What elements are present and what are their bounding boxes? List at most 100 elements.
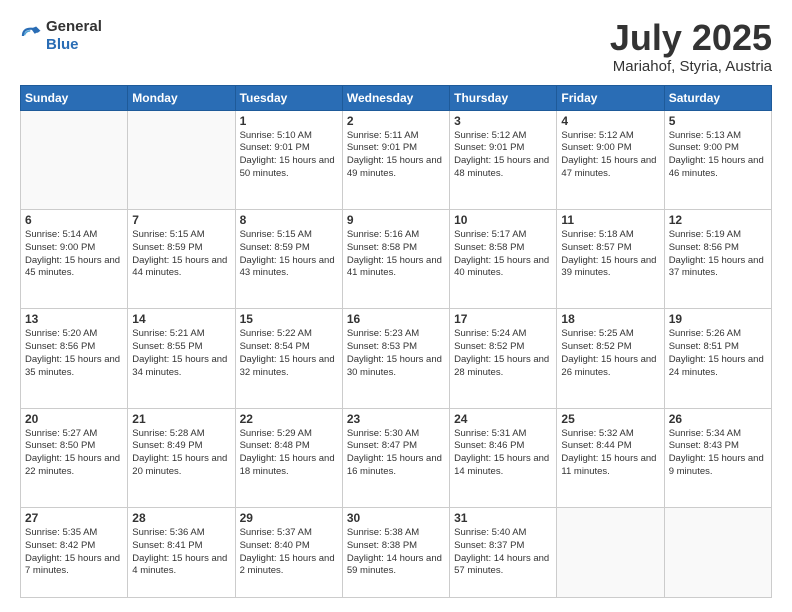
logo-blue: Blue bbox=[46, 36, 79, 53]
table-row: 18Sunrise: 5:25 AMSunset: 8:52 PMDayligh… bbox=[557, 309, 664, 408]
day-number: 5 bbox=[669, 114, 767, 128]
table-row: 26Sunrise: 5:34 AMSunset: 8:43 PMDayligh… bbox=[664, 408, 771, 507]
header-monday: Monday bbox=[128, 85, 235, 110]
table-row: 2 Sunrise: 5:11 AMSunset: 9:01 PMDaylight… bbox=[342, 110, 449, 209]
day-number: 16 bbox=[347, 312, 445, 326]
cell-details: Sunrise: 5:19 AMSunset: 8:56 PMDaylight:… bbox=[669, 229, 767, 280]
day-number: 24 bbox=[454, 412, 552, 426]
calendar: Sunday Monday Tuesday Wednesday Thursday… bbox=[20, 85, 772, 598]
day-number: 20 bbox=[25, 412, 123, 426]
day-number: 2 bbox=[347, 114, 445, 128]
table-row: 15 Sunrise: 5:22 AMSunset: 8:54 PMDayligh… bbox=[235, 309, 342, 408]
month-title: July 2025 bbox=[610, 18, 772, 58]
day-number: 11 bbox=[561, 213, 659, 227]
table-row: 16 Sunrise: 5:23 AMSunset: 8:53 PMDayligh… bbox=[342, 309, 449, 408]
calendar-week-row: 6 Sunrise: 5:14 AMSunset: 9:00 PMDaylight… bbox=[21, 209, 772, 308]
cell-details: Sunrise: 5:34 AMSunset: 8:43 PMDaylight:… bbox=[669, 428, 767, 479]
cell-details: Sunrise: 5:27 AMSunset: 8:50 PMDaylight:… bbox=[25, 428, 123, 479]
calendar-week-row: 27 Sunrise: 5:35 AMSunset: 8:42 PMDayligh… bbox=[21, 508, 772, 598]
day-number: 17 bbox=[454, 312, 552, 326]
cell-details: Sunrise: 5:37 AMSunset: 8:40 PMDaylight:… bbox=[240, 527, 338, 578]
table-row: 5 Sunrise: 5:13 AMSunset: 9:00 PMDaylight… bbox=[664, 110, 771, 209]
table-row: 10 Sunrise: 5:17 AMSunset: 8:58 PMDayligh… bbox=[450, 209, 557, 308]
day-number: 10 bbox=[454, 213, 552, 227]
logo-icon bbox=[20, 25, 42, 47]
header-wednesday: Wednesday bbox=[342, 85, 449, 110]
table-row: 9Sunrise: 5:16 AMSunset: 8:58 PMDaylight… bbox=[342, 209, 449, 308]
cell-details: Sunrise: 5:14 AMSunset: 9:00 PMDaylight:… bbox=[25, 229, 123, 280]
header-sunday: Sunday bbox=[21, 85, 128, 110]
cell-details: Sunrise: 5:35 AMSunset: 8:42 PMDaylight:… bbox=[25, 527, 123, 578]
table-row: 30 Sunrise: 5:38 AMSunset: 8:38 PMDayligh… bbox=[342, 508, 449, 598]
day-number: 27 bbox=[25, 511, 123, 525]
day-number: 13 bbox=[25, 312, 123, 326]
cell-details: Sunrise: 5:13 AMSunset: 9:00 PMDaylight:… bbox=[669, 130, 767, 181]
day-number: 1 bbox=[240, 114, 338, 128]
cell-details: Sunrise: 5:30 AMSunset: 8:47 PMDaylight:… bbox=[347, 428, 445, 479]
table-row: 21 Sunrise: 5:28 AMSunset: 8:49 PMDayligh… bbox=[128, 408, 235, 507]
table-row: 13 Sunrise: 5:20 AMSunset: 8:56 PMDayligh… bbox=[21, 309, 128, 408]
table-row: 3Sunrise: 5:12 AMSunset: 9:01 PMDaylight… bbox=[450, 110, 557, 209]
cell-details: Sunrise: 5:38 AMSunset: 8:38 PMDaylight:… bbox=[347, 527, 445, 578]
table-row bbox=[664, 508, 771, 598]
cell-details: Sunrise: 5:10 AMSunset: 9:01 PMDaylight:… bbox=[240, 130, 338, 181]
cell-details: Sunrise: 5:23 AMSunset: 8:53 PMDaylight:… bbox=[347, 328, 445, 379]
table-row: 11 Sunrise: 5:18 AMSunset: 8:57 PMDayligh… bbox=[557, 209, 664, 308]
day-number: 19 bbox=[669, 312, 767, 326]
table-row: 23 Sunrise: 5:30 AMSunset: 8:47 PMDayligh… bbox=[342, 408, 449, 507]
day-number: 30 bbox=[347, 511, 445, 525]
day-number: 12 bbox=[669, 213, 767, 227]
table-row: 19Sunrise: 5:26 AMSunset: 8:51 PMDayligh… bbox=[664, 309, 771, 408]
day-number: 14 bbox=[132, 312, 230, 326]
table-row bbox=[128, 110, 235, 209]
day-number: 23 bbox=[347, 412, 445, 426]
table-row: 7Sunrise: 5:15 AMSunset: 8:59 PMDaylight… bbox=[128, 209, 235, 308]
table-row: 31Sunrise: 5:40 AMSunset: 8:37 PMDayligh… bbox=[450, 508, 557, 598]
day-number: 28 bbox=[132, 511, 230, 525]
table-row: 12 Sunrise: 5:19 AMSunset: 8:56 PMDayligh… bbox=[664, 209, 771, 308]
cell-details: Sunrise: 5:28 AMSunset: 8:49 PMDaylight:… bbox=[132, 428, 230, 479]
table-row bbox=[21, 110, 128, 209]
page: General Blue July 2025 Mariahof, Styria,… bbox=[0, 0, 792, 612]
weekday-header-row: Sunday Monday Tuesday Wednesday Thursday… bbox=[21, 85, 772, 110]
table-row: 14 Sunrise: 5:21 AMSunset: 8:55 PMDayligh… bbox=[128, 309, 235, 408]
cell-details: Sunrise: 5:16 AMSunset: 8:58 PMDaylight:… bbox=[347, 229, 445, 280]
cell-details: Sunrise: 5:11 AMSunset: 9:01 PMDaylight:… bbox=[347, 130, 445, 181]
table-row: 25Sunrise: 5:32 AMSunset: 8:44 PMDayligh… bbox=[557, 408, 664, 507]
cell-details: Sunrise: 5:25 AMSunset: 8:52 PMDaylight:… bbox=[561, 328, 659, 379]
day-number: 31 bbox=[454, 511, 552, 525]
day-number: 29 bbox=[240, 511, 338, 525]
header-saturday: Saturday bbox=[664, 85, 771, 110]
cell-details: Sunrise: 5:20 AMSunset: 8:56 PMDaylight:… bbox=[25, 328, 123, 379]
cell-details: Sunrise: 5:24 AMSunset: 8:52 PMDaylight:… bbox=[454, 328, 552, 379]
table-row bbox=[557, 508, 664, 598]
logo-text: General Blue bbox=[46, 18, 102, 54]
location-title: Mariahof, Styria, Austria bbox=[610, 58, 772, 75]
calendar-week-row: 13 Sunrise: 5:20 AMSunset: 8:56 PMDayligh… bbox=[21, 309, 772, 408]
header-thursday: Thursday bbox=[450, 85, 557, 110]
header: General Blue July 2025 Mariahof, Styria,… bbox=[20, 18, 772, 75]
cell-details: Sunrise: 5:36 AMSunset: 8:41 PMDaylight:… bbox=[132, 527, 230, 578]
day-number: 6 bbox=[25, 213, 123, 227]
cell-details: Sunrise: 5:31 AMSunset: 8:46 PMDaylight:… bbox=[454, 428, 552, 479]
table-row: 1 Sunrise: 5:10 AMSunset: 9:01 PMDaylight… bbox=[235, 110, 342, 209]
calendar-week-row: 20 Sunrise: 5:27 AMSunset: 8:50 PMDayligh… bbox=[21, 408, 772, 507]
title-block: July 2025 Mariahof, Styria, Austria bbox=[610, 18, 772, 75]
cell-details: Sunrise: 5:12 AMSunset: 9:00 PMDaylight:… bbox=[561, 130, 659, 181]
day-number: 15 bbox=[240, 312, 338, 326]
cell-details: Sunrise: 5:22 AMSunset: 8:54 PMDaylight:… bbox=[240, 328, 338, 379]
day-number: 22 bbox=[240, 412, 338, 426]
table-row: 8Sunrise: 5:15 AMSunset: 8:59 PMDaylight… bbox=[235, 209, 342, 308]
table-row: 29 Sunrise: 5:37 AMSunset: 8:40 PMDayligh… bbox=[235, 508, 342, 598]
cell-details: Sunrise: 5:17 AMSunset: 8:58 PMDaylight:… bbox=[454, 229, 552, 280]
cell-details: Sunrise: 5:32 AMSunset: 8:44 PMDaylight:… bbox=[561, 428, 659, 479]
cell-details: Sunrise: 5:18 AMSunset: 8:57 PMDaylight:… bbox=[561, 229, 659, 280]
header-tuesday: Tuesday bbox=[235, 85, 342, 110]
day-number: 4 bbox=[561, 114, 659, 128]
cell-details: Sunrise: 5:21 AMSunset: 8:55 PMDaylight:… bbox=[132, 328, 230, 379]
day-number: 3 bbox=[454, 114, 552, 128]
logo: General Blue bbox=[20, 18, 102, 54]
table-row: 22Sunrise: 5:29 AMSunset: 8:48 PMDayligh… bbox=[235, 408, 342, 507]
day-number: 21 bbox=[132, 412, 230, 426]
day-number: 8 bbox=[240, 213, 338, 227]
